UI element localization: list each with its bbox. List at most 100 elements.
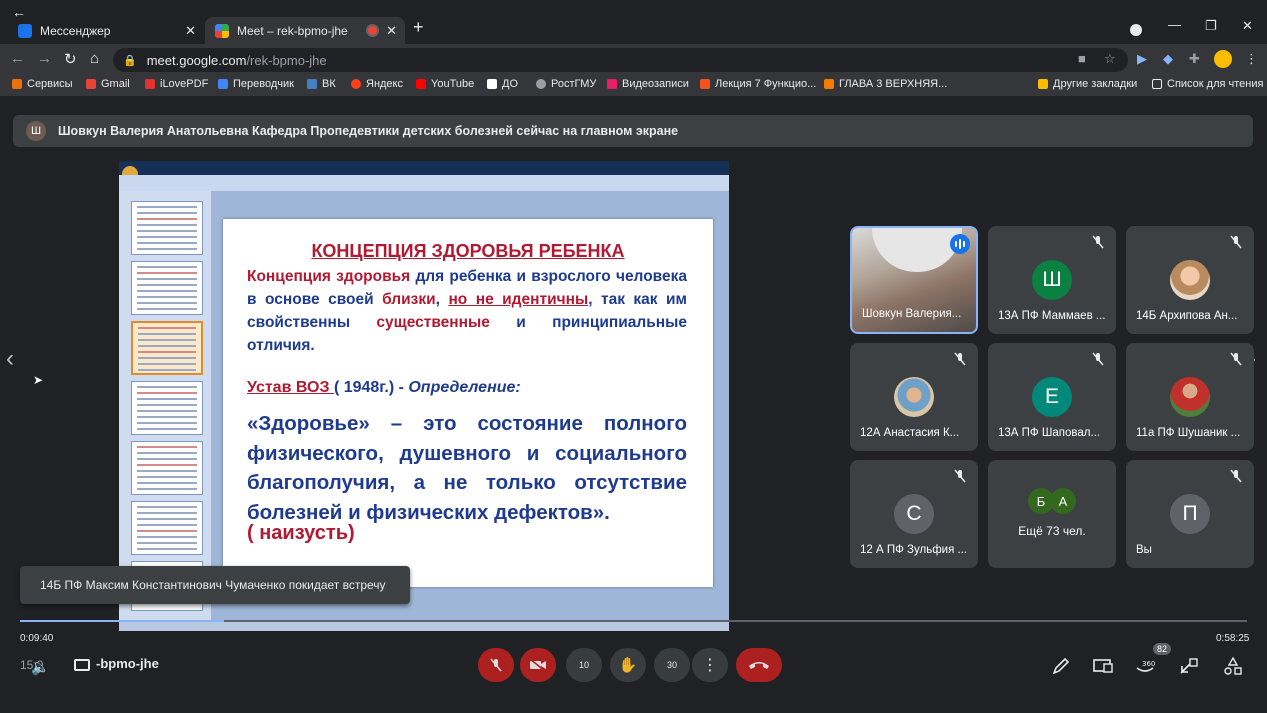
vk-icon bbox=[307, 79, 317, 89]
participant-name: Шовкун Валерия... bbox=[862, 308, 962, 320]
slide-thumbnail bbox=[131, 441, 203, 495]
gmail-icon bbox=[86, 79, 96, 89]
home-icon[interactable]: ⌂ bbox=[90, 50, 99, 67]
bookmark-label: Список для чтения bbox=[1167, 78, 1264, 90]
bookmark-translator[interactable]: Переводчик bbox=[218, 78, 294, 90]
participant-tile[interactable]: С 12 А ПФ Зульфия ... bbox=[850, 460, 978, 568]
apps-grid-icon bbox=[12, 79, 22, 89]
shield-icon[interactable]: ◆ bbox=[1163, 51, 1173, 67]
more-vert-icon: ⋮ bbox=[702, 657, 718, 674]
participant-tile[interactable]: 14Б Архипова Ан... bbox=[1126, 226, 1254, 334]
participants-count-badge: 82 bbox=[1153, 643, 1172, 655]
restore-icon[interactable]: ❐ bbox=[1205, 18, 1217, 34]
end-call-button[interactable] bbox=[736, 648, 782, 682]
participant-tile[interactable]: Е 13А ПФ Шаповал... bbox=[988, 343, 1116, 451]
back-icon[interactable]: ← bbox=[10, 50, 25, 67]
current-time: 0:09:40 bbox=[20, 633, 54, 644]
browser-tab-strip: ← Мессенджер ✕ Meet – rek-bpmo-jhe ✕ + —… bbox=[0, 0, 1267, 44]
forward-icon[interactable]: → bbox=[37, 50, 52, 67]
close-icon[interactable]: ✕ bbox=[386, 23, 397, 39]
slide-text: Устав ВОЗ bbox=[247, 379, 334, 396]
window-close-icon[interactable]: ✕ bbox=[1242, 18, 1253, 34]
volume-icon[interactable]: 🔈 bbox=[31, 658, 50, 676]
bookmark-chapter[interactable]: ГЛАВА 3 ВЕРХНЯЯ... bbox=[824, 78, 947, 90]
slide-canvas: КОНЦЕПЦИЯ ЗДОРОВЬЯ РЕБЕНКА Концепция здо… bbox=[211, 191, 729, 621]
bookmark-label: YouTube bbox=[431, 78, 475, 90]
bookmark-rostgmu[interactable]: РостГМУ bbox=[536, 78, 596, 90]
bookmark-other[interactable]: Другие закладки bbox=[1038, 78, 1137, 90]
participant-tile-speaker[interactable]: Шовкун Валерия... bbox=[850, 226, 978, 334]
bookmark-label: РостГМУ bbox=[551, 78, 597, 90]
profile-avatar[interactable] bbox=[1214, 50, 1232, 68]
bookmark-youtube[interactable]: YouTube bbox=[416, 78, 474, 90]
extensions-puzzle-icon[interactable]: ✚ bbox=[1189, 51, 1200, 67]
tab-meet[interactable]: Meet – rek-bpmo-jhe ✕ bbox=[205, 17, 405, 44]
avatar: Е bbox=[1032, 377, 1072, 417]
tab-label: Мессенджер bbox=[40, 23, 111, 38]
bookmark-label: Яндекс bbox=[366, 78, 403, 90]
bookmark-gmail[interactable]: Gmail bbox=[86, 78, 130, 90]
resize-arrows-icon[interactable] bbox=[1178, 656, 1200, 676]
more-options-button[interactable]: ⋮ bbox=[692, 648, 728, 682]
mic-off-icon bbox=[1230, 469, 1242, 483]
star-icon[interactable]: ☆ bbox=[1104, 51, 1116, 67]
reading-list-icon bbox=[1152, 79, 1162, 89]
slide-thumbnail-selected bbox=[131, 321, 203, 375]
extension-play-icon[interactable]: ▶ bbox=[1137, 51, 1147, 67]
skip-forward-label: 30 bbox=[666, 660, 677, 670]
participant-tile[interactable]: Ш 13А ПФ Маммаев ... bbox=[988, 226, 1116, 334]
chevron-left-icon[interactable]: ‹ bbox=[6, 345, 14, 373]
url-path: /rek-bpmo-jhe bbox=[246, 52, 327, 68]
slide-text: Определение: bbox=[408, 379, 521, 396]
banner-text: Шовкун Валерия Анатольевна Кафедра Пропе… bbox=[58, 124, 679, 138]
do-icon bbox=[487, 79, 497, 89]
leave-notification-toast: 14Б ПФ Максим Константинович Чумаченко п… bbox=[20, 566, 410, 604]
bookmark-yandex[interactable]: Яндекс bbox=[351, 78, 403, 90]
bookmark-lecture[interactable]: Лекция 7 Функцио... bbox=[700, 78, 816, 90]
skip-forward-button[interactable]: 30 bbox=[654, 648, 690, 682]
present-screen-icon[interactable] bbox=[1092, 656, 1114, 676]
mic-off-icon bbox=[1230, 352, 1242, 366]
more-participants-tile[interactable]: Б А Ещё 73 чел. bbox=[988, 460, 1116, 568]
camera-toggle-button[interactable] bbox=[520, 648, 556, 682]
slide-text: существенные bbox=[376, 314, 490, 331]
recording-dot-icon bbox=[368, 26, 377, 35]
participant-tile-self[interactable]: П Вы bbox=[1126, 460, 1254, 568]
folder-icon bbox=[1038, 79, 1048, 89]
video-timeline[interactable] bbox=[20, 620, 1247, 622]
tab-search-icon[interactable] bbox=[1130, 24, 1142, 36]
bookmark-do[interactable]: ДО bbox=[487, 78, 518, 90]
video-icon bbox=[607, 79, 617, 89]
bookmark-services[interactable]: Сервисы bbox=[12, 78, 73, 90]
minimize-icon[interactable]: — bbox=[1168, 17, 1181, 32]
participant-name: 13А ПФ Маммаев ... bbox=[998, 310, 1106, 322]
bookmark-vk[interactable]: ВК bbox=[307, 78, 336, 90]
address-bar[interactable]: 🔒 meet.google.com /rek-bpmo-jhe bbox=[113, 48, 1128, 72]
participant-tile[interactable]: 12А Анастасия К... bbox=[850, 343, 978, 451]
reload-icon[interactable]: ↻ bbox=[64, 50, 77, 68]
reading-list[interactable]: Список для чтения bbox=[1152, 78, 1263, 90]
new-tab-button[interactable]: + bbox=[413, 17, 424, 38]
lock-icon: 🔒 bbox=[123, 54, 137, 67]
activities-shapes-icon[interactable] bbox=[1222, 656, 1244, 676]
camera-blocked-icon[interactable]: ■ bbox=[1078, 51, 1086, 66]
bookmark-ilovepdf[interactable]: iLovePDF bbox=[145, 78, 208, 90]
closed-captions-icon[interactable] bbox=[74, 659, 90, 671]
menu-dots-icon[interactable]: ⋮ bbox=[1245, 51, 1258, 67]
bookmarks-bar: Сервисы Gmail iLovePDF Переводчик ВК Янд… bbox=[0, 75, 1267, 97]
participant-name: 12 А ПФ Зульфия ... bbox=[860, 544, 968, 556]
translate-icon bbox=[218, 79, 228, 89]
close-icon[interactable]: ✕ bbox=[185, 23, 196, 39]
participant-tile[interactable]: 11а ПФ Шушаник ... bbox=[1126, 343, 1254, 451]
tab-messenger[interactable]: Мессенджер ✕ bbox=[8, 17, 204, 44]
slide-paragraph-concept: Концепция здоровья для ребенка и взросло… bbox=[247, 265, 687, 357]
bookmark-videos[interactable]: Видеозаписи bbox=[607, 78, 689, 90]
mic-toggle-button[interactable] bbox=[478, 648, 514, 682]
slide-thumbnail bbox=[131, 261, 203, 315]
avatar: Ш bbox=[26, 121, 46, 141]
pencil-icon[interactable] bbox=[1050, 656, 1072, 676]
skip-back-button[interactable]: 10 bbox=[566, 648, 602, 682]
rotate-360-icon[interactable]: 360 bbox=[1134, 656, 1156, 676]
raise-hand-button[interactable]: ✋ bbox=[610, 648, 646, 682]
youtube-icon bbox=[416, 79, 426, 89]
